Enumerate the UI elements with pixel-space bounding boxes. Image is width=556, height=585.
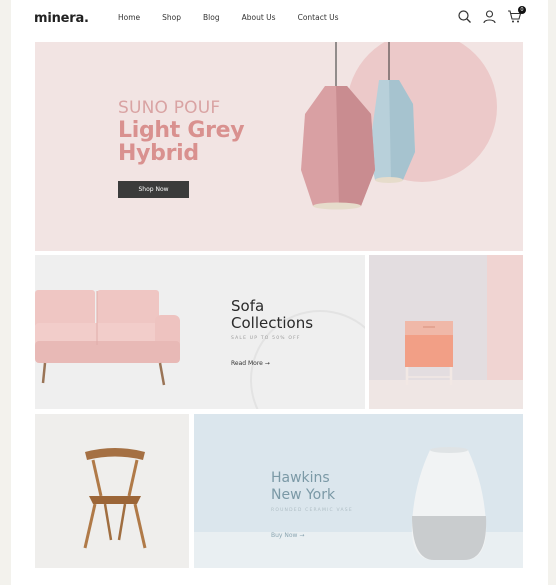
sofa-title-line2: Collections — [231, 314, 314, 332]
user-icon[interactable] — [482, 9, 497, 24]
cart-icon[interactable]: 0 — [507, 6, 526, 24]
nav-home[interactable]: Home — [118, 13, 140, 22]
hero-banner[interactable]: SUNO POUF Light Grey Hybrid Shop Now — [35, 42, 523, 251]
hero-title-line1: Light Grey — [118, 118, 245, 143]
cart-count-badge: 0 — [518, 6, 526, 14]
page: minera. Home Shop Blog About Us Contact … — [11, 0, 548, 585]
vase-title-line1: Hawkins — [271, 470, 330, 486]
vase-banner[interactable]: Hawkins New York ROUNDED CERAMIC VASE Bu… — [194, 414, 523, 568]
hero-title: Light Grey Hybrid — [118, 118, 245, 166]
read-more-link[interactable]: Read More → — [231, 360, 270, 367]
nav-about-us[interactable]: About Us — [242, 13, 276, 22]
sofa-subtitle: SALE UP TO 50% OFF — [231, 336, 301, 341]
nav-contact-us[interactable]: Contact Us — [298, 13, 339, 22]
search-icon[interactable] — [457, 9, 472, 24]
vase-subtitle: ROUNDED CERAMIC VASE — [271, 508, 353, 513]
header-icons: 0 — [457, 6, 526, 24]
pendant-lamps-image — [301, 42, 415, 210]
sofa-title-line1: Sofa — [231, 297, 265, 315]
wall-panel — [487, 255, 523, 380]
sofa-collections-banner[interactable]: Sofa Collections SALE UP TO 50% OFF Read… — [35, 255, 365, 409]
nav-blog[interactable]: Blog — [203, 13, 220, 22]
sofa-title: Sofa Collections — [231, 298, 313, 332]
vase-image — [411, 447, 487, 560]
sofa-image — [35, 290, 180, 386]
vase-title: Hawkins New York — [271, 470, 335, 504]
buy-now-link[interactable]: Buy Now → — [271, 532, 304, 539]
hero-title-line2: Hybrid — [118, 141, 199, 166]
nav-shop[interactable]: Shop — [162, 13, 181, 22]
shop-now-button[interactable]: Shop Now — [118, 181, 189, 198]
main-nav: Home Shop Blog About Us Contact Us — [118, 13, 361, 22]
site-header: minera. Home Shop Blog About Us Contact … — [11, 0, 548, 38]
side-table-image — [405, 321, 453, 385]
side-table-banner[interactable] — [369, 255, 523, 409]
chair-banner[interactable] — [35, 414, 189, 568]
hero-kicker: SUNO POUF — [118, 98, 221, 118]
logo[interactable]: minera. — [34, 11, 89, 26]
vase-title-line2: New York — [271, 487, 336, 503]
chair-image — [83, 448, 147, 549]
